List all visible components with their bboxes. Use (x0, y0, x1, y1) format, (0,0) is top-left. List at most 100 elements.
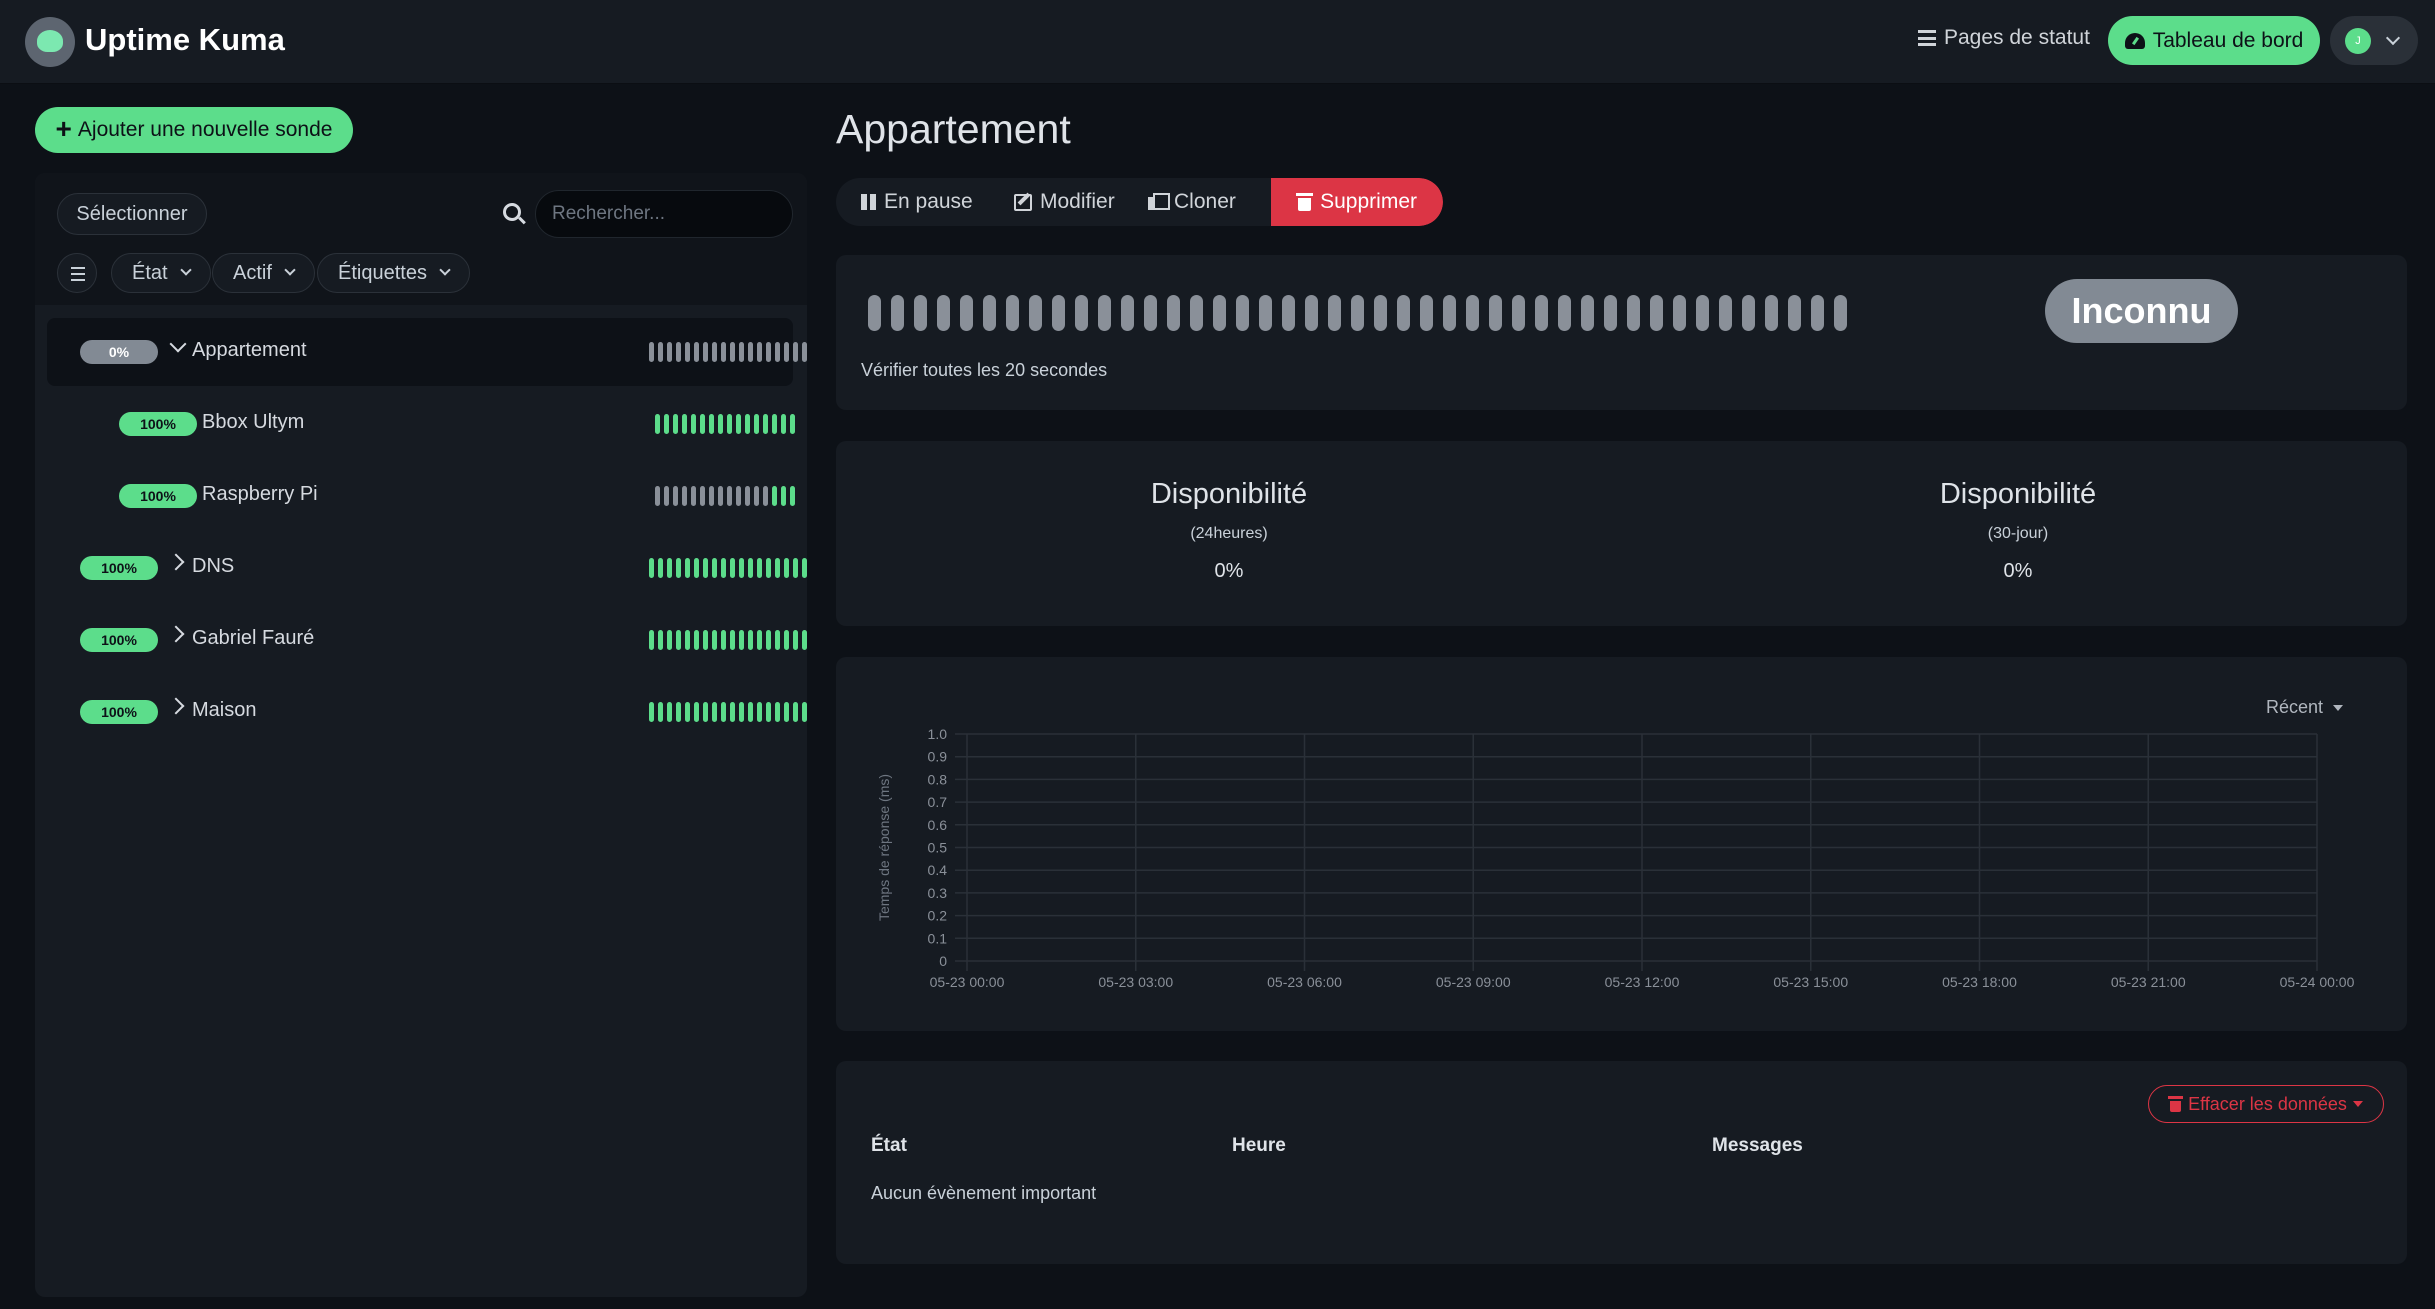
chevron-right-icon[interactable] (167, 553, 185, 571)
select-button[interactable]: Sélectionner (57, 193, 207, 235)
heartbeat (685, 558, 690, 578)
heartbeat (775, 558, 780, 578)
heartbeat (1351, 295, 1364, 331)
status-pages-link[interactable]: Pages de statut (1918, 26, 2090, 50)
heartbeat (790, 486, 795, 506)
empty-events-message: Aucun évènement important (871, 1183, 1097, 1203)
y-tick-label: 0.6 (928, 817, 948, 833)
search-input[interactable] (535, 190, 793, 238)
heartbeat (1259, 295, 1272, 331)
edit-button[interactable]: Modifier (986, 178, 1138, 226)
add-monitor-button[interactable]: + Ajouter une nouvelle sonde (35, 107, 353, 153)
heartbeat (676, 702, 681, 722)
filter-active-dropdown[interactable]: Actif (212, 253, 315, 293)
heartbeat (1029, 295, 1042, 331)
heartbeat (667, 702, 672, 722)
heartbeat (658, 342, 663, 362)
heartbeat (709, 486, 714, 506)
heartbeat (784, 702, 789, 722)
edit-label: Modifier (1040, 190, 1115, 213)
heartbeat (685, 702, 690, 722)
uptime-badge: 100% (80, 700, 158, 724)
heartbeat (763, 486, 768, 506)
heartbeat-bar (655, 414, 795, 434)
heartbeat (727, 414, 732, 434)
heartbeat (802, 558, 807, 578)
heartbeat (712, 702, 717, 722)
heartbeat (937, 295, 950, 331)
heartbeat (775, 702, 780, 722)
heartbeat (790, 414, 795, 434)
heartbeat (1650, 295, 1663, 331)
monitor-item[interactable]: 100% DNS (47, 534, 807, 602)
heartbeat (739, 630, 744, 650)
clone-button[interactable]: Cloner (1138, 178, 1258, 226)
response-time-chart-card: Récent 0 0.1 0.2 0.3 0.4 0.5 0.6 0.7 0.8 0.9 1.0 05… (836, 657, 2407, 1031)
heartbeat (721, 342, 726, 362)
delete-button[interactable]: Supprimer (1271, 178, 1443, 226)
heartbeat (793, 558, 798, 578)
monitor-item[interactable]: 100% Gabriel Fauré (47, 606, 807, 674)
heartbeat (1512, 295, 1525, 331)
uptime-24h-period: (24heures) (1190, 525, 1268, 542)
heartbeat (658, 702, 663, 722)
monitor-item[interactable]: 100% Maison (47, 678, 807, 746)
heartbeat (1144, 295, 1157, 331)
monitor-item[interactable]: 0% Appartement (47, 318, 807, 386)
x-tick-label: 05-23 12:00 (1605, 974, 1680, 990)
chevron-right-icon[interactable] (167, 625, 185, 643)
heartbeat-bar (649, 630, 807, 650)
clone-icon (1148, 193, 1170, 211)
x-tick-label: 05-23 21:00 (2111, 974, 2186, 990)
y-tick-label: 0.2 (928, 908, 948, 924)
profile-dropdown[interactable]: J (2330, 16, 2418, 65)
heartbeat (676, 630, 681, 650)
dashboard-label: Tableau de bord (2152, 28, 2304, 52)
monitor-name: Maison (192, 699, 257, 721)
y-tick-label: 0.5 (928, 840, 948, 856)
heartbeat (1420, 295, 1433, 331)
y-axis-label: Temps de réponse (ms) (876, 774, 892, 921)
heartbeat-bar (649, 342, 807, 362)
filter-menu-button[interactable] (57, 253, 97, 293)
filter-status-dropdown[interactable]: État (111, 253, 211, 293)
heartbeat (766, 342, 771, 362)
chevron-down-icon[interactable] (169, 335, 187, 353)
response-time-chart: 0 0.1 0.2 0.3 0.4 0.5 0.6 0.7 0.8 0.9 1.0 05-23 00:… (876, 726, 2355, 990)
heartbeat (1788, 295, 1801, 331)
heartbeat (691, 414, 696, 434)
heartbeat (718, 414, 723, 434)
heartbeat (754, 414, 759, 434)
heartbeat (1167, 295, 1180, 331)
chevron-right-icon[interactable] (167, 697, 185, 715)
heartbeat (1719, 295, 1732, 331)
menu-icon-line (71, 267, 85, 269)
heartbeat (1374, 295, 1387, 331)
heartbeat (736, 414, 741, 434)
heartbeat (712, 342, 717, 362)
uptime-24h: Disponibilité (24heures) 0% (979, 441, 1479, 583)
heartbeat (784, 630, 789, 650)
top-navbar: Uptime Kuma Pages de statut Tableau de b… (0, 0, 2435, 84)
heartbeat (739, 558, 744, 578)
monitor-item[interactable]: 100% Raspberry Pi (47, 462, 795, 530)
check-interval-text: Vérifier toutes les 20 secondes (861, 360, 1108, 380)
monitor-item[interactable]: 100% Bbox Ultym (47, 390, 795, 458)
chevron-down-icon (2385, 30, 2401, 46)
dashboard-button[interactable]: Tableau de bord (2108, 16, 2320, 65)
heartbeat (649, 342, 654, 362)
pause-button[interactable]: En pause (836, 178, 986, 226)
heartbeat (1236, 295, 1249, 331)
monitor-list-header: Sélectionner État Actif Étiquettes (35, 173, 807, 305)
heartbeat (748, 558, 753, 578)
heartbeat (748, 702, 753, 722)
uptime-kuma-logo[interactable] (25, 17, 75, 67)
heartbeat (1006, 295, 1019, 331)
filter-tags-dropdown[interactable]: Étiquettes (317, 253, 470, 293)
brand-name[interactable]: Uptime Kuma (85, 22, 285, 58)
heartbeat (781, 486, 786, 506)
heartbeat (721, 630, 726, 650)
heartbeat (1834, 295, 1847, 331)
clear-data-button[interactable]: Effacer les données (2148, 1085, 2384, 1123)
heartbeat (703, 630, 708, 650)
